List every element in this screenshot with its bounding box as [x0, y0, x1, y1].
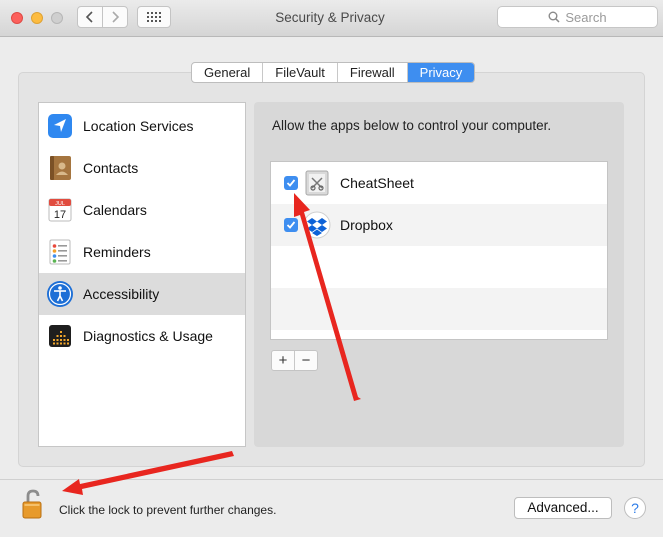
back-button[interactable]: [77, 6, 103, 28]
lock-status-text: Click the lock to prevent further change…: [59, 503, 277, 517]
sidebar-item-reminders[interactable]: Reminders: [39, 231, 245, 273]
zoom-window-button[interactable]: [51, 12, 63, 24]
tab-filevault[interactable]: FileVault: [263, 63, 338, 82]
search-placeholder: Search: [565, 9, 607, 25]
show-all-button[interactable]: [137, 6, 171, 28]
app-row-cheatsheet[interactable]: CheatSheet: [271, 162, 607, 204]
forward-button[interactable]: [102, 6, 128, 28]
close-window-button[interactable]: [11, 12, 23, 24]
window-title: Security & Privacy: [275, 10, 385, 25]
cheatsheet-checkbox[interactable]: [284, 176, 298, 190]
sidebar-item-label: Reminders: [83, 244, 151, 260]
add-remove-control: + −: [271, 350, 318, 371]
tab-bar: General FileVault Firewall Privacy: [191, 62, 476, 83]
lock-icon[interactable]: [20, 488, 46, 520]
calendar-icon-month: JUL: [55, 201, 65, 207]
advanced-button[interactable]: Advanced...: [514, 497, 612, 519]
sidebar-item-label: Location Services: [83, 118, 194, 134]
panel-prompt: Allow the apps below to control your com…: [272, 118, 552, 133]
sidebar-item-location-services[interactable]: Location Services: [39, 105, 245, 147]
sidebar-item-label: Accessibility: [83, 286, 160, 302]
tab-firewall[interactable]: Firewall: [338, 63, 408, 82]
empty-row: [271, 288, 607, 330]
help-button[interactable]: ?: [624, 497, 646, 519]
dropbox-app-icon: [303, 211, 331, 239]
sidebar-item-label: Diagnostics & Usage: [83, 328, 213, 344]
cheatsheet-app-icon: [303, 169, 331, 197]
dropbox-checkbox[interactable]: [284, 218, 298, 232]
checkmark-icon: [286, 179, 296, 187]
privacy-category-list: Location Services Contacts JUL 17 Calend…: [38, 102, 246, 447]
footer-divider: [0, 479, 663, 480]
contacts-book-icon: [46, 154, 74, 182]
sidebar-item-contacts[interactable]: Contacts: [39, 147, 245, 189]
grid-icon: [147, 12, 161, 22]
accessibility-person-icon: [46, 280, 74, 308]
sidebar-item-label: Calendars: [83, 202, 147, 218]
tab-privacy[interactable]: Privacy: [407, 63, 475, 82]
sidebar-item-label: Contacts: [83, 160, 139, 176]
reminders-list-icon: [46, 238, 74, 266]
app-label: Dropbox: [340, 217, 393, 233]
chevron-left-icon: [85, 11, 93, 23]
calendar-icon-day: 17: [54, 209, 66, 221]
location-arrow-icon: [46, 112, 74, 140]
checkmark-icon: [286, 221, 296, 229]
add-app-button[interactable]: +: [272, 351, 295, 370]
sidebar-item-diagnostics-usage[interactable]: Diagnostics & Usage: [39, 315, 245, 357]
remove-app-button[interactable]: −: [295, 351, 317, 370]
search-field[interactable]: Search: [497, 6, 658, 28]
app-row-dropbox[interactable]: Dropbox: [271, 204, 607, 246]
diagnostics-grid-icon: [46, 322, 74, 350]
search-icon: [548, 11, 560, 23]
calendar-icon: JUL 17: [46, 196, 74, 224]
app-list: CheatSheet Dropbox: [270, 161, 608, 340]
title-bar: Security & Privacy Search: [0, 0, 663, 37]
sidebar-item-calendars[interactable]: JUL 17 Calendars: [39, 189, 245, 231]
app-label: CheatSheet: [340, 175, 414, 191]
minimize-window-button[interactable]: [31, 12, 43, 24]
tab-general[interactable]: General: [192, 63, 264, 82]
chevron-right-icon: [112, 11, 120, 23]
sidebar-item-accessibility[interactable]: Accessibility: [39, 273, 245, 315]
empty-row: [271, 246, 607, 288]
